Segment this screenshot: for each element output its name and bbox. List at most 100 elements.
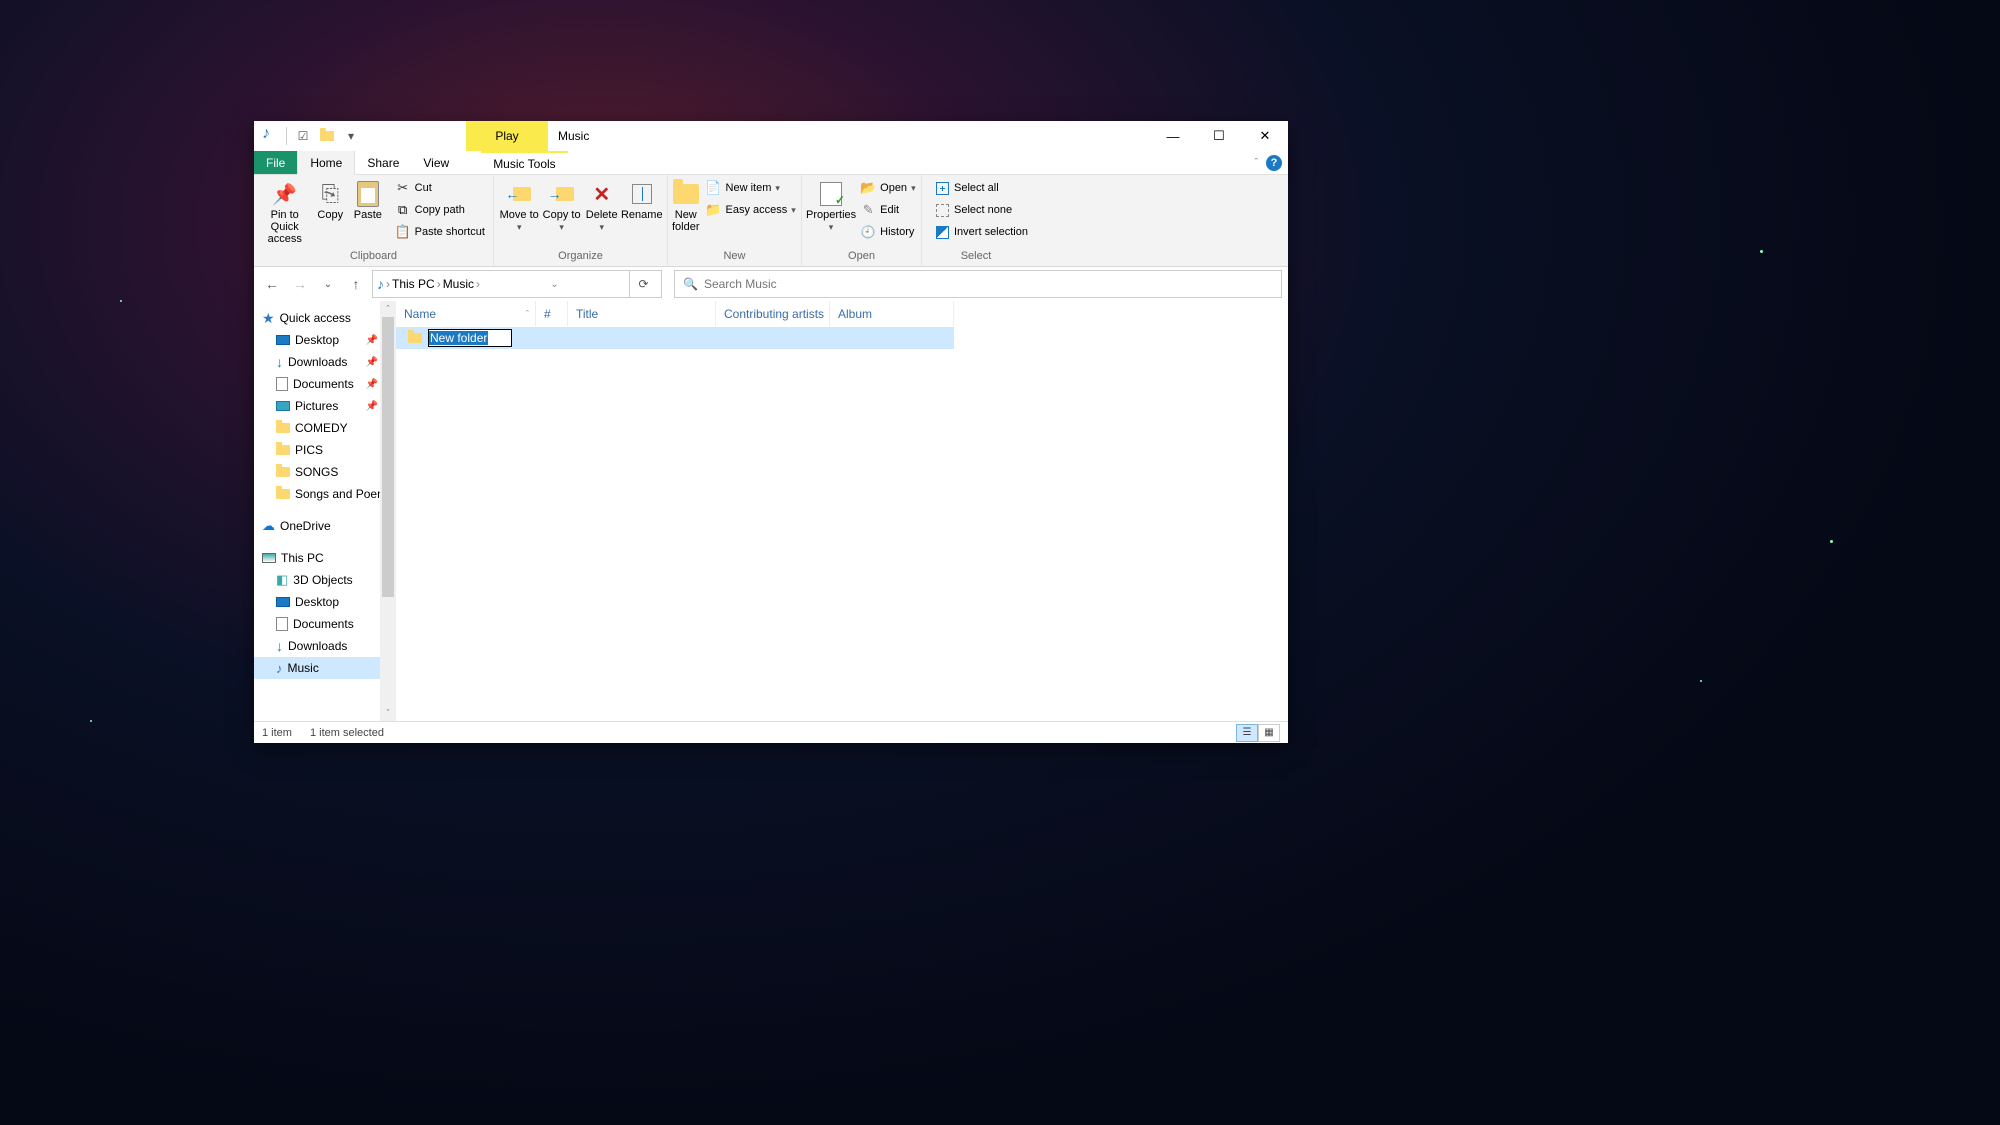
refresh-button[interactable]: ⟳	[629, 270, 657, 298]
edit-button[interactable]: Edit	[856, 199, 919, 221]
sidebar-item-comedy[interactable]: COMEDY	[254, 417, 396, 439]
sidebar-item-music[interactable]: Music	[254, 657, 396, 679]
quick-access-label: Quick access	[280, 311, 351, 325]
column-album[interactable]: Album	[830, 301, 954, 326]
minimize-button[interactable]: —	[1150, 121, 1196, 151]
back-button[interactable]: ←	[260, 270, 284, 298]
breadcrumb-music[interactable]: Music	[443, 277, 474, 291]
column-name[interactable]: Nameˆ	[396, 301, 536, 326]
sidebar-item-desktop-pc[interactable]: Desktop	[254, 591, 396, 613]
tab-file[interactable]: File	[254, 151, 297, 174]
sidebar-item-label: Downloads	[288, 639, 347, 653]
sidebar-item-desktop[interactable]: Desktop📌	[254, 329, 396, 351]
sidebar-item-downloads-pc[interactable]: Downloads	[254, 635, 396, 657]
qat-customize-icon[interactable]: ▾	[343, 128, 359, 144]
address-dropdown-icon[interactable]: ⌄	[550, 279, 558, 290]
sidebar-item-label: Documents	[293, 377, 354, 391]
forward-button[interactable]: →	[288, 270, 312, 298]
tab-view[interactable]: View	[411, 151, 461, 174]
open-group-label: Open	[802, 250, 921, 266]
move-to-button[interactable]: Move to	[498, 177, 540, 233]
new-folder-button[interactable]: New folder	[672, 177, 700, 233]
tab-home[interactable]: Home	[297, 151, 355, 175]
sidebar-item-3d-objects[interactable]: 3D Objects	[254, 569, 396, 591]
up-button[interactable]: ↑	[344, 270, 368, 298]
cut-button[interactable]: Cut	[391, 177, 489, 199]
sidebar-item-label: Songs and Poem	[295, 487, 387, 501]
qat-newfolder-icon[interactable]	[319, 128, 335, 144]
ribbon-tabs: File Home Share View Music Tools ˆ ?	[254, 151, 1288, 175]
sidebar-scrollbar[interactable]: ˆ ˇ	[380, 301, 396, 721]
content-area: Quick access Desktop📌 Downloads📌 Documen…	[254, 301, 1288, 721]
select-group-label: Select	[922, 250, 1030, 266]
item-count: 1 item	[262, 727, 292, 739]
pin-label: Pin to Quick access	[258, 209, 311, 245]
select-none-button[interactable]: Select none	[930, 199, 1032, 221]
properties-icon	[818, 181, 844, 207]
copy-path-button[interactable]: ⧉Copy path	[391, 199, 489, 221]
maximize-button[interactable]: ☐	[1196, 121, 1242, 151]
thumbnails-view-button[interactable]: ▦	[1258, 724, 1280, 742]
copy-to-button[interactable]: Copy to	[540, 177, 582, 233]
file-row-new-folder[interactable]: New folder	[396, 327, 954, 349]
sidebar-item-documents[interactable]: Documents📌	[254, 373, 396, 395]
easy-access-button[interactable]: Easy access	[702, 199, 800, 221]
minimize-ribbon-icon[interactable]: ˆ	[1254, 157, 1258, 169]
qat-properties-icon[interactable]: ☑	[295, 128, 311, 144]
scroll-thumb[interactable]	[382, 317, 394, 597]
sidebar-quick-access[interactable]: Quick access	[254, 307, 396, 329]
history-button[interactable]: History	[856, 221, 919, 243]
onedrive-icon	[262, 518, 275, 534]
breadcrumb-thispc[interactable]: This PC	[392, 277, 435, 291]
search-box[interactable]: 🔍	[674, 270, 1282, 298]
paste-shortcut-icon: 📋	[395, 224, 411, 240]
copy-button[interactable]: Copy	[311, 177, 349, 221]
move-to-icon	[506, 181, 532, 207]
selection-count: 1 item selected	[310, 727, 384, 739]
history-label: History	[880, 226, 914, 238]
close-button[interactable]: ✕	[1242, 121, 1288, 151]
rename-input[interactable]: New folder	[428, 329, 512, 347]
recent-locations-button[interactable]: ⌄	[316, 270, 340, 298]
open-button[interactable]: Open	[856, 177, 919, 199]
file-list[interactable]: New folder	[396, 327, 1288, 721]
invert-selection-label: Invert selection	[954, 226, 1028, 238]
column-artists[interactable]: Contributing artists	[716, 301, 830, 326]
pin-to-quick-access-button[interactable]: Pin to Quick access	[258, 177, 311, 245]
sidebar-item-songs[interactable]: SONGS	[254, 461, 396, 483]
ribbon: Pin to Quick access Copy Paste Cut ⧉Copy…	[254, 175, 1288, 267]
paste-button[interactable]: Paste	[349, 177, 387, 221]
details-view-button[interactable]: ☰	[1236, 724, 1258, 742]
invert-selection-button[interactable]: Invert selection	[930, 221, 1032, 243]
paste-shortcut-button[interactable]: 📋Paste shortcut	[391, 221, 489, 243]
new-item-button[interactable]: New item	[702, 177, 800, 199]
help-icon[interactable]: ?	[1266, 155, 1282, 171]
column-headers: Nameˆ # Title Contributing artists Album	[396, 301, 1288, 327]
sidebar-item-documents-pc[interactable]: Documents	[254, 613, 396, 635]
tab-share[interactable]: Share	[355, 151, 411, 174]
sidebar-item-songs-and-poem[interactable]: Songs and Poem	[254, 483, 396, 505]
sidebar-item-downloads[interactable]: Downloads📌	[254, 351, 396, 373]
pin-icon: 📌	[366, 335, 378, 346]
scroll-up-icon[interactable]: ˆ	[380, 301, 396, 317]
sidebar-item-label: PICS	[295, 443, 323, 457]
sidebar-item-pictures[interactable]: Pictures📌	[254, 395, 396, 417]
organize-group-label: Organize	[494, 250, 667, 266]
delete-button[interactable]: Delete	[583, 177, 621, 233]
sidebar-onedrive[interactable]: OneDrive	[254, 515, 396, 537]
address-bar[interactable]: ♪ › This PC › Music › ⌄ ⟳	[372, 270, 662, 298]
column-title[interactable]: Title	[568, 301, 716, 326]
sidebar-this-pc[interactable]: This PC	[254, 547, 396, 569]
open-label: Open	[880, 182, 907, 194]
rename-button[interactable]: Rename	[621, 177, 663, 221]
paste-icon	[355, 181, 381, 207]
scroll-down-icon[interactable]: ˇ	[380, 705, 396, 721]
tab-music-tools[interactable]: Music Tools	[481, 151, 567, 174]
sort-indicator-icon: ˆ	[526, 309, 529, 319]
properties-button[interactable]: Properties	[806, 177, 856, 233]
column-num[interactable]: #	[536, 301, 568, 326]
sidebar-item-pics[interactable]: PICS	[254, 439, 396, 461]
copy-to-label: Copy to	[540, 209, 582, 233]
select-all-button[interactable]: Select all	[930, 177, 1032, 199]
search-input[interactable]	[704, 277, 1273, 291]
